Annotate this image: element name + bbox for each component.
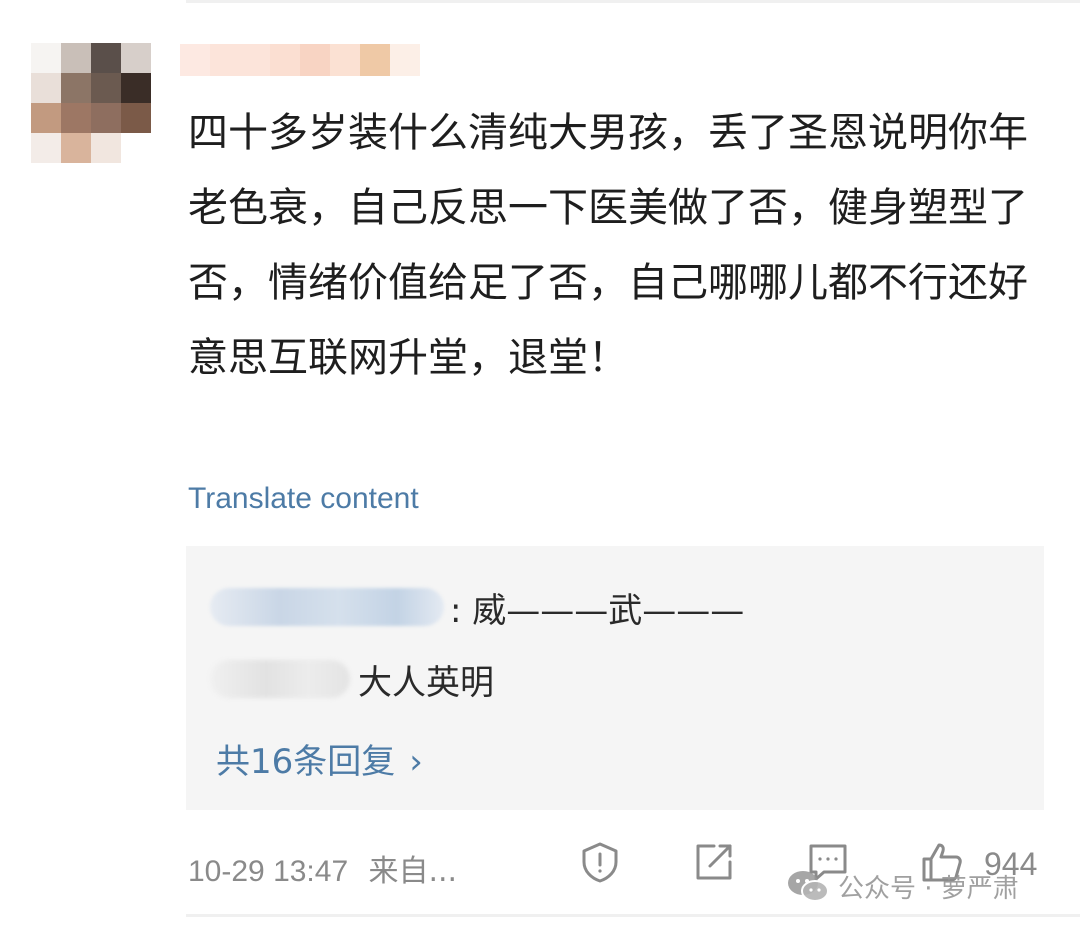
reply-item[interactable]: : 威———武——— (210, 582, 744, 632)
reply-author-blurred[interactable] (210, 660, 350, 698)
watermark: 公众号 · 萝严肃 (786, 866, 1019, 906)
bottom-divider (186, 914, 1080, 917)
chevron-right-icon: › (409, 742, 423, 782)
username[interactable] (180, 36, 420, 82)
more-replies-link[interactable]: 共16条回复 › (216, 734, 423, 783)
avatar[interactable] (31, 43, 151, 163)
reply-text: : 威———武——— (450, 590, 745, 631)
top-divider (186, 0, 1080, 3)
reply-text: 大人英明 (358, 662, 494, 703)
watermark-text: 公众号 · 萝严肃 (838, 873, 1019, 904)
timestamp: 10-29 13:47 (188, 855, 349, 888)
comment-text: 四十多岁装什么清纯大男孩，丢了圣恩说明你年老色衰，自己反思一下医美做了否，健身塑… (188, 110, 1028, 381)
translate-link[interactable]: Translate content (188, 482, 419, 516)
reply-author-blurred[interactable] (210, 588, 444, 626)
more-replies-label: 共16条回复 (216, 742, 396, 782)
source-label: 来自... (368, 854, 458, 889)
wechat-icon (788, 871, 829, 902)
comment-meta: 10-29 13:47 来自... (188, 846, 457, 890)
share-icon[interactable] (692, 840, 736, 884)
reply-item[interactable]: 大人英明 (210, 654, 494, 704)
report-icon[interactable] (578, 840, 622, 884)
